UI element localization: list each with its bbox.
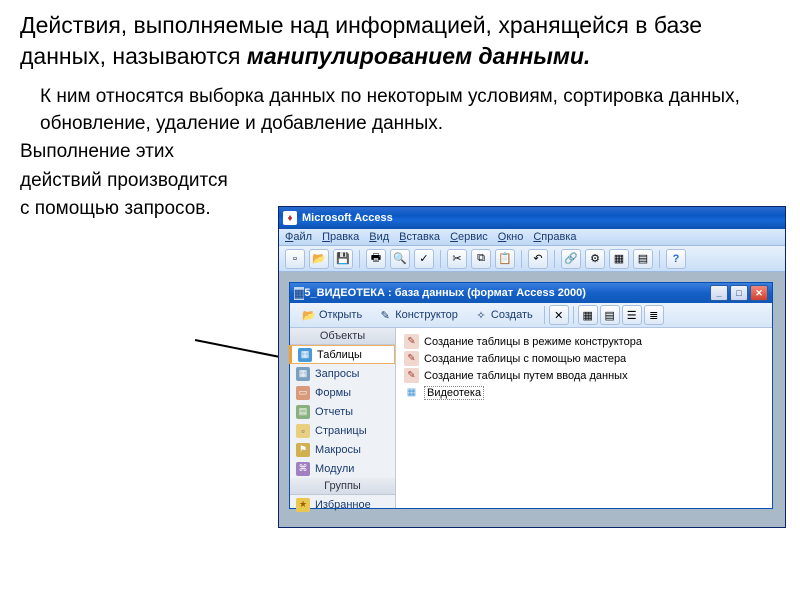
content-panel: ✎ Создание таблицы в режиме конструктора… — [396, 328, 772, 508]
nav-reports[interactable]: ▤ Отчеты — [290, 402, 395, 421]
small-icons-icon[interactable]: ▤ — [600, 305, 620, 325]
database-window: ▦ 5_ВИДЕОТЕКА : база данных (формат Acce… — [289, 282, 773, 509]
main-toolbar: ▫ 📂 💾 🖶 🔍 ✓ ✂ ⧉ 📋 ↶ 🔗 ⚙ ▦ ▤ ? — [279, 246, 785, 272]
menu-help[interactable]: Справка — [533, 231, 576, 243]
toolbar-separator — [573, 306, 574, 324]
menu-tools[interactable]: Сервис — [450, 231, 488, 243]
nav-panel: Объекты ▦ Таблицы ▦ Запросы ▭ Формы ▤ — [290, 328, 396, 508]
queries-icon: ▦ — [296, 367, 310, 381]
db-icon[interactable]: ▤ — [633, 249, 653, 269]
forms-icon: ▭ — [296, 386, 310, 400]
access-app-icon: ♦ — [283, 211, 297, 225]
copy-icon[interactable]: ⧉ — [471, 249, 491, 269]
nav-forms[interactable]: ▭ Формы — [290, 383, 395, 402]
mdi-area: ▦ 5_ВИДЕОТЕКА : база данных (формат Acce… — [279, 272, 785, 527]
print-icon[interactable]: 🖶 — [366, 249, 386, 269]
preview-icon[interactable]: 🔍 — [390, 249, 410, 269]
menu-view[interactable]: Вид — [369, 231, 389, 243]
app-titlebar: ♦ Microsoft Access — [279, 207, 785, 229]
toolbar-separator — [554, 250, 555, 268]
save-icon[interactable]: 💾 — [333, 249, 353, 269]
menu-edit[interactable]: Правка — [322, 231, 359, 243]
wizard-icon: ✎ — [404, 368, 419, 383]
heading-bold: манипулированием данными. — [247, 43, 590, 69]
heading: Действия, выполняемые над информацией, х… — [20, 10, 780, 72]
toolbar-separator — [359, 250, 360, 268]
groups-header: Группы — [290, 478, 395, 495]
body-p3: действий производится — [20, 168, 780, 195]
wizard-icon: ✎ — [404, 334, 419, 349]
open-button[interactable]: 📂 Открыть — [295, 306, 369, 324]
wizard-icon: ✎ — [404, 351, 419, 366]
menu-file[interactable]: Файл — [285, 231, 312, 243]
toolbar-separator — [544, 306, 545, 324]
macros-icon: ⚑ — [296, 443, 310, 457]
menu-insert[interactable]: Вставка — [399, 231, 440, 243]
design-icon: ✎ — [378, 308, 392, 322]
paste-icon[interactable]: 📋 — [495, 249, 515, 269]
new-doc-icon[interactable]: ▫ — [285, 249, 305, 269]
open-icon[interactable]: 📂 — [309, 249, 329, 269]
toolbar-separator — [440, 250, 441, 268]
code-icon[interactable]: ▦ — [609, 249, 629, 269]
cut-icon[interactable]: ✂ — [447, 249, 467, 269]
access-window: ♦ Microsoft Access Файл Правка Вид Встав… — [278, 206, 786, 528]
spell-icon[interactable]: ✓ — [414, 249, 434, 269]
details-icon[interactable]: ≣ — [644, 305, 664, 325]
design-button[interactable]: ✎ Конструктор — [371, 306, 465, 324]
app-title: Microsoft Access — [302, 212, 393, 224]
open-folder-icon: 📂 — [302, 308, 316, 322]
nav-queries[interactable]: ▦ Запросы — [290, 364, 395, 383]
analyze-icon[interactable]: ⚙ — [585, 249, 605, 269]
favorites-icon: ★ — [296, 498, 310, 512]
body-p2: Выполнение этих — [20, 139, 780, 166]
objects-header: Объекты — [290, 328, 395, 345]
create-designer-item[interactable]: ✎ Создание таблицы в режиме конструктора — [404, 333, 764, 350]
large-icons-icon[interactable]: ▦ — [578, 305, 598, 325]
pages-icon: ▫ — [296, 424, 310, 438]
nav-tables[interactable]: ▦ Таблицы — [289, 345, 395, 364]
modules-icon: ⌘ — [296, 462, 310, 476]
close-button[interactable]: ✕ — [750, 285, 768, 301]
db-toolbar: 📂 Открыть ✎ Конструктор ✧ Создать ✕ ▦ ▤ … — [290, 303, 772, 328]
delete-icon[interactable]: ✕ — [549, 305, 569, 325]
db-title: 5_ВИДЕОТЕКА : база данных (формат Access… — [304, 287, 586, 299]
nav-favorites[interactable]: ★ Избранное — [290, 495, 395, 514]
reports-icon: ▤ — [296, 405, 310, 419]
tables-icon: ▦ — [298, 348, 312, 362]
undo-icon[interactable]: ↶ — [528, 249, 548, 269]
list-icon[interactable]: ☰ — [622, 305, 642, 325]
db-icon: ▦ — [294, 287, 304, 300]
maximize-button[interactable]: □ — [730, 285, 748, 301]
toolbar-separator — [659, 250, 660, 268]
create-wizard-item[interactable]: ✎ Создание таблицы с помощью мастера — [404, 350, 764, 367]
body-p1: К ним относятся выборка данных по некото… — [40, 84, 780, 137]
links-icon[interactable]: 🔗 — [561, 249, 581, 269]
nav-pages[interactable]: ▫ Страницы — [290, 421, 395, 440]
create-icon: ✧ — [474, 308, 488, 322]
nav-modules[interactable]: ⌘ Модули — [290, 459, 395, 478]
db-body: Объекты ▦ Таблицы ▦ Запросы ▭ Формы ▤ — [290, 328, 772, 508]
db-titlebar: ▦ 5_ВИДЕОТЕКА : база данных (формат Acce… — [290, 283, 772, 303]
nav-macros[interactable]: ⚑ Макросы — [290, 440, 395, 459]
toolbar-separator — [521, 250, 522, 268]
menu-window[interactable]: Окно — [498, 231, 524, 243]
menubar: Файл Правка Вид Вставка Сервис Окно Спра… — [279, 229, 785, 246]
help-icon[interactable]: ? — [666, 249, 686, 269]
table-icon: ▦ — [404, 385, 419, 400]
create-button[interactable]: ✧ Создать — [467, 306, 540, 324]
table-videoteka[interactable]: ▦ Видеотека — [404, 384, 764, 401]
create-entry-item[interactable]: ✎ Создание таблицы путем ввода данных — [404, 367, 764, 384]
minimize-button[interactable]: _ — [710, 285, 728, 301]
